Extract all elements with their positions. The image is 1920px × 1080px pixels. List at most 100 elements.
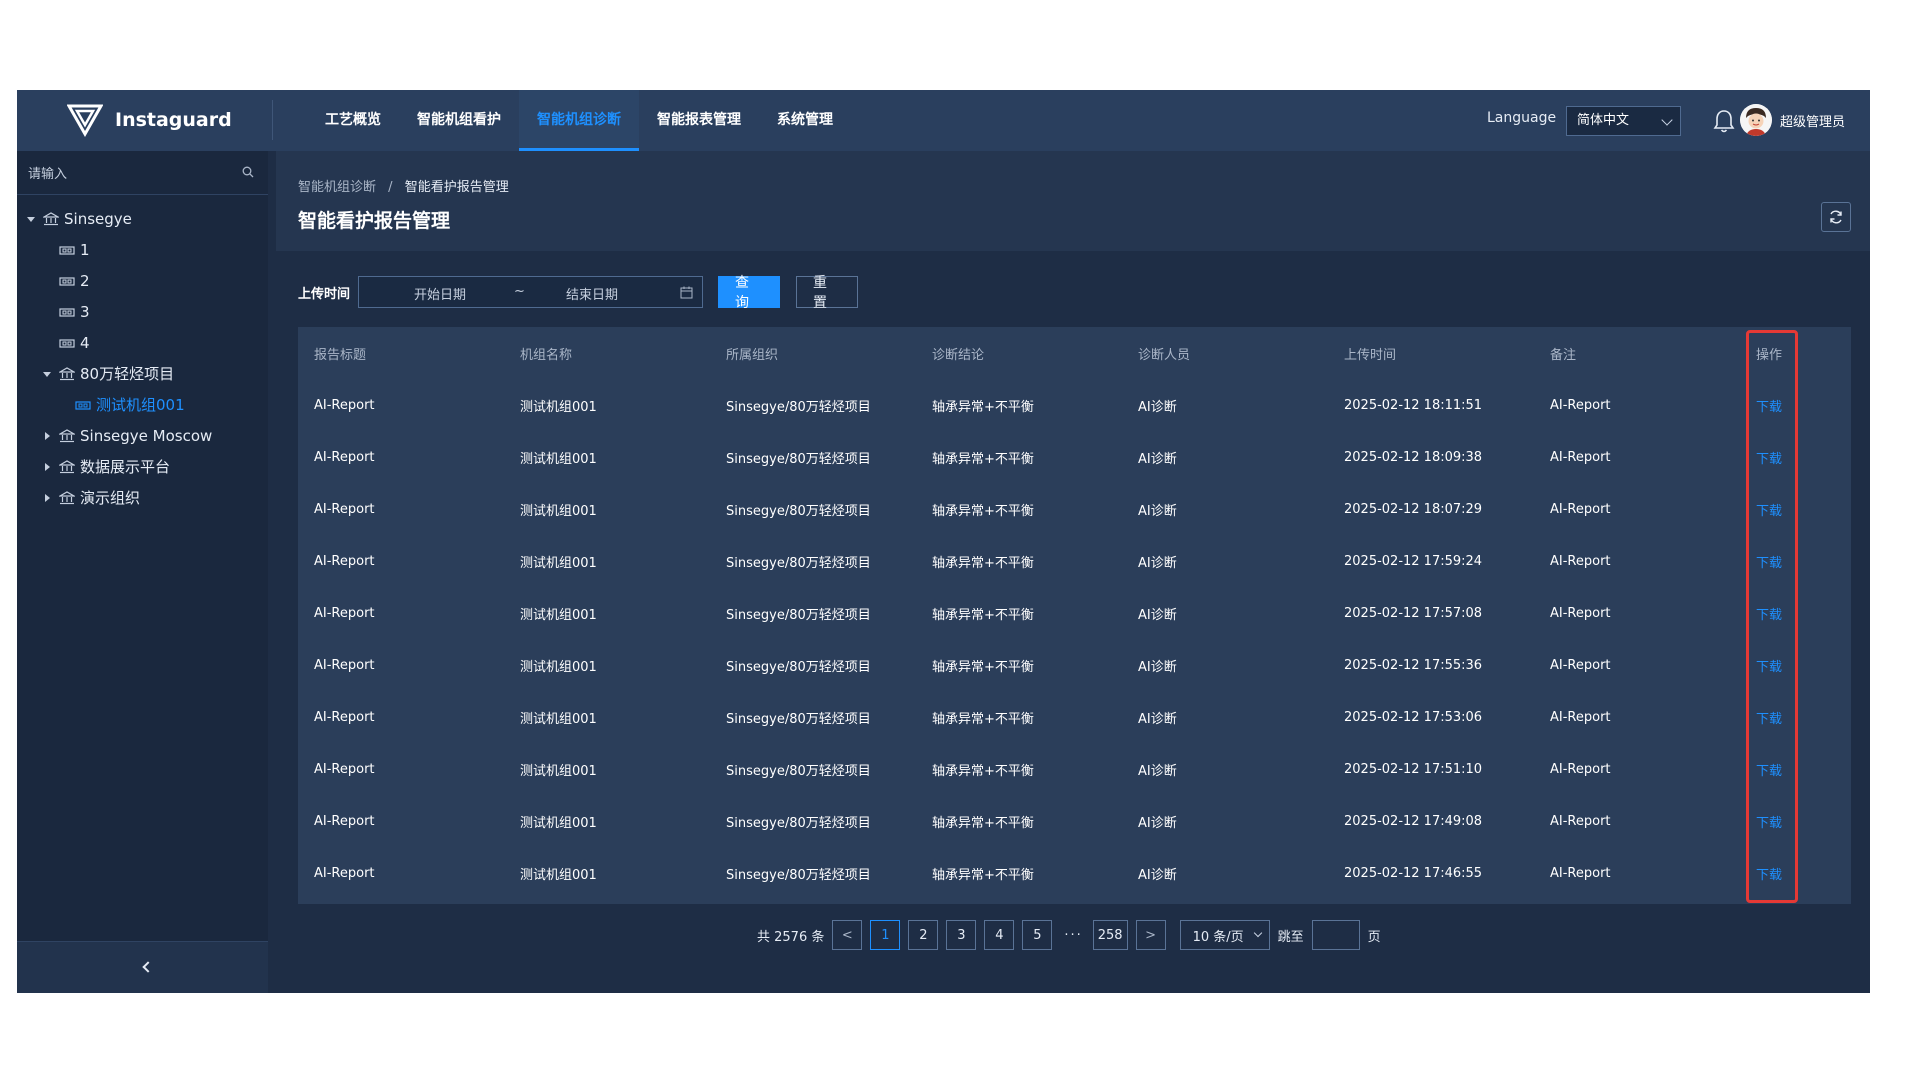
top-bar: Instaguard 工艺概览 智能机组看护 智能机组诊断 智能报表管理 系统管理 La… bbox=[17, 90, 1870, 151]
table-cell: AI诊断 bbox=[1138, 659, 1177, 675]
table-cell: 轴承异常+不平衡 bbox=[932, 451, 1034, 467]
query-button[interactable]: 查 询 bbox=[718, 275, 781, 311]
download-link[interactable]: 下载 bbox=[1756, 504, 1782, 519]
download-link[interactable]: 下载 bbox=[1756, 764, 1782, 779]
prev-page-button[interactable]: < bbox=[832, 920, 863, 950]
nav-item[interactable]: 工艺概览 bbox=[307, 90, 399, 151]
download-link[interactable]: 下载 bbox=[1756, 816, 1782, 831]
caret-down-icon[interactable] bbox=[25, 213, 37, 225]
nav-item[interactable]: 智能机组看护 bbox=[399, 90, 519, 151]
table-cell: AI诊断 bbox=[1138, 763, 1177, 779]
refresh-icon bbox=[1830, 210, 1842, 224]
chevron-down-icon bbox=[1253, 928, 1262, 938]
table-cell: 下载 bbox=[1740, 691, 1851, 743]
caret-down-icon[interactable] bbox=[41, 368, 53, 380]
start-date-input[interactable]: 开始日期 bbox=[414, 284, 466, 303]
breadcrumb-item[interactable]: 智能机组诊断 bbox=[298, 180, 376, 195]
tree-node[interactable]: 2 bbox=[17, 265, 268, 296]
table-row: AI-Report 测试机组001 Sinsegye/80万轻烃项目 轴承异常+不平衡… bbox=[298, 847, 1851, 899]
table-cell: AI-Report bbox=[1550, 657, 1611, 673]
tree-node[interactable]: 演示组织 bbox=[17, 482, 268, 513]
page-number-button[interactable]: 3 bbox=[946, 920, 977, 950]
table-cell: AI-Report bbox=[314, 501, 375, 517]
tree-node[interactable]: 80万轻烃项目 bbox=[17, 358, 268, 389]
tree-node[interactable]: 1 bbox=[17, 234, 268, 265]
table-cell: Sinsegye/80万轻烃项目 bbox=[726, 451, 871, 467]
upload-time-label: 上传时间 bbox=[298, 286, 351, 302]
user-name[interactable]: 超级管理员 bbox=[1780, 111, 1845, 130]
column-header: 上传时间 bbox=[1344, 347, 1397, 363]
page-number-button[interactable]: 4 bbox=[984, 920, 1015, 950]
search-icon[interactable] bbox=[242, 166, 254, 178]
last-page-button[interactable]: 258 bbox=[1092, 920, 1128, 950]
table-cell: 下载 bbox=[1740, 379, 1851, 431]
caret-right-icon[interactable] bbox=[41, 492, 53, 504]
download-link[interactable]: 下载 bbox=[1756, 400, 1782, 415]
table-cell: AI-Report bbox=[314, 449, 375, 465]
table-cell: 轴承异常+不平衡 bbox=[932, 659, 1034, 675]
language-value: 简体中文 bbox=[1577, 113, 1630, 128]
download-link[interactable]: 下载 bbox=[1756, 712, 1782, 727]
column-header: 诊断结论 bbox=[932, 347, 985, 363]
page-number-button[interactable]: 5 bbox=[1022, 920, 1053, 950]
range-separator: ~ bbox=[514, 284, 525, 299]
collapse-sidebar-icon[interactable] bbox=[142, 961, 154, 973]
reset-button[interactable]: 重 置 bbox=[796, 275, 859, 311]
bell-icon[interactable] bbox=[1712, 108, 1736, 134]
download-link[interactable]: 下载 bbox=[1756, 556, 1782, 571]
tree-node[interactable]: Sinsegye bbox=[17, 203, 268, 234]
download-link[interactable]: 下载 bbox=[1756, 452, 1782, 467]
table-cell: AI-Report bbox=[1550, 449, 1611, 465]
logo[interactable]: Instaguard bbox=[67, 100, 232, 140]
refresh-button[interactable] bbox=[1821, 202, 1851, 232]
column-header: 所属组织 bbox=[726, 347, 779, 363]
download-link[interactable]: 下载 bbox=[1756, 660, 1782, 675]
language-select[interactable]: 简体中文 bbox=[1566, 106, 1681, 136]
nav-item[interactable]: 智能报表管理 bbox=[639, 90, 759, 151]
tree-search-input[interactable] bbox=[17, 151, 268, 195]
tree-node[interactable]: 3 bbox=[17, 296, 268, 327]
date-range-picker[interactable]: 开始日期 ~ 结束日期 bbox=[358, 276, 704, 308]
calendar-icon bbox=[680, 286, 693, 299]
nav-item[interactable]: 系统管理 bbox=[759, 90, 851, 151]
table-cell: Sinsegye/80万轻烃项目 bbox=[726, 763, 871, 779]
device-icon bbox=[75, 398, 91, 412]
org-icon bbox=[57, 490, 77, 505]
page-header: 智能机组诊断 / 智能看护报告管理 智能看护报告管理 bbox=[276, 151, 1870, 251]
tree-node-label: 4 bbox=[80, 333, 90, 352]
avatar[interactable] bbox=[1740, 104, 1772, 136]
language-label: Language bbox=[1487, 110, 1557, 126]
page-ellipsis[interactable]: ··· bbox=[1064, 928, 1082, 943]
table-cell: 2025-02-12 17:59:24 bbox=[1344, 553, 1483, 569]
jump-page-input[interactable] bbox=[1311, 920, 1360, 950]
download-link[interactable]: 下载 bbox=[1756, 868, 1782, 883]
page-number-button[interactable]: 1 bbox=[870, 920, 901, 950]
download-link[interactable]: 下载 bbox=[1756, 608, 1782, 623]
table-cell: AI诊断 bbox=[1138, 815, 1177, 831]
tree-node-label: 数据展示平台 bbox=[80, 458, 171, 476]
table-cell: Sinsegye/80万轻烃项目 bbox=[726, 659, 871, 675]
table-cell: 测试机组001 bbox=[520, 867, 597, 883]
tree-node[interactable]: 4 bbox=[17, 327, 268, 358]
nav-item[interactable]: 智能机组诊断 bbox=[519, 90, 639, 151]
tree-node[interactable]: 数据展示平台 bbox=[17, 451, 268, 482]
table-cell: AI-Report bbox=[1550, 605, 1611, 621]
table-cell: 轴承异常+不平衡 bbox=[932, 607, 1034, 623]
table-cell: 测试机组001 bbox=[520, 555, 597, 571]
table-cell: 下载 bbox=[1740, 535, 1851, 587]
tree-node[interactable]: Sinsegye Moscow bbox=[17, 420, 268, 451]
end-date-input[interactable]: 结束日期 bbox=[566, 284, 618, 303]
sidebar-footer bbox=[17, 941, 268, 993]
caret-right-icon[interactable] bbox=[41, 461, 53, 473]
next-page-button[interactable]: > bbox=[1135, 920, 1166, 950]
caret-right-icon[interactable] bbox=[41, 430, 53, 442]
page-size-select[interactable]: 10 条/页 bbox=[1179, 920, 1270, 950]
page-number-button[interactable]: 2 bbox=[908, 920, 939, 950]
tree-node-label: 3 bbox=[80, 302, 90, 321]
table-cell: 轴承异常+不平衡 bbox=[932, 399, 1034, 415]
device-icon bbox=[59, 336, 75, 350]
caret-spacer bbox=[57, 399, 69, 411]
column-header: 备注 bbox=[1550, 347, 1577, 363]
tree-node-label: 测试机组001 bbox=[96, 396, 185, 414]
tree-node[interactable]: 测试机组001 bbox=[17, 389, 268, 420]
